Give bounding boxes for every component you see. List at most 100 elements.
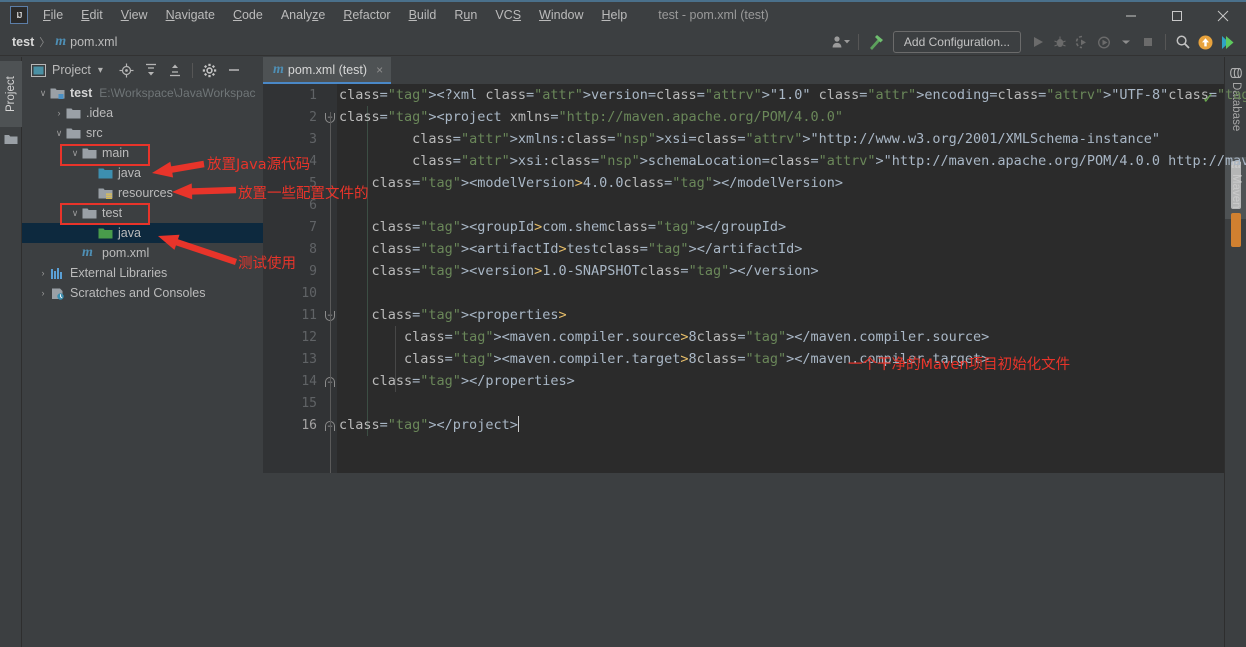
code-line-14: class="tag"></properties> [337, 370, 1246, 392]
tree-item-src-2[interactable]: ∨ src [22, 123, 263, 143]
sources-root-blue-folder-icon [98, 167, 114, 180]
menu-item-run[interactable]: Run [445, 4, 486, 26]
line-number-4: 4 [267, 154, 317, 169]
hammer-build-icon[interactable] [865, 31, 887, 53]
navigation-bar: test 〉 m pom.xml Add Configuration... [0, 28, 1246, 56]
debug-icon[interactable] [1049, 31, 1071, 53]
chevron-down-icon[interactable]: ∨ [52, 128, 66, 139]
menu-item-window[interactable]: Window [530, 4, 592, 26]
menu-item-help[interactable]: Help [593, 4, 637, 26]
text-caret [518, 416, 519, 432]
menu-item-code[interactable]: Code [224, 4, 272, 26]
line-number-1: 1 [267, 88, 317, 103]
line-number-6: 6 [267, 198, 317, 213]
window-controls [1108, 2, 1246, 30]
collapse-all-icon[interactable] [163, 58, 187, 82]
line-number-16: 16 [267, 418, 317, 433]
window-title: test - pom.xml (test) [658, 8, 768, 22]
play-next-icon[interactable] [1216, 31, 1238, 53]
stripe-tab-project[interactable]: Project [0, 61, 22, 127]
breadcrumb-separator: 〉 [39, 34, 50, 50]
breadcrumb-file[interactable]: pom.xml [70, 35, 117, 49]
tree-item-path: E:\Workspace\JavaWorkspac [99, 86, 255, 100]
project-view-icon [30, 58, 46, 82]
code-line-9: class="tag"><version>1.0-SNAPSHOTclass="… [337, 260, 1246, 282]
search-everywhere-icon[interactable] [1172, 31, 1194, 53]
close-button[interactable] [1200, 2, 1246, 30]
tree-item-scratches-and-consoles-10[interactable]: ›Scratches and Consoles [22, 283, 263, 303]
line-number-14: 14 [267, 374, 317, 389]
editor-empty-area [263, 473, 1224, 647]
chevron-down-icon[interactable]: ∨ [68, 148, 82, 159]
code-text: class="tag"><?xml class="attr">version=c… [337, 84, 1246, 436]
project-tree[interactable]: ∨testE:\Workspace\JavaWorkspac›.idea∨src… [22, 83, 263, 647]
profile-icon[interactable] [1093, 31, 1115, 53]
code-line-5: class="tag"><modelVersion>4.0.0class="ta… [337, 172, 1246, 194]
editor-tab-label: pom.xml (test) [288, 63, 367, 77]
line-number-7: 7 [267, 220, 317, 235]
dropdown-arrow-icon[interactable] [1115, 31, 1137, 53]
project-panel-toolbar: Project ▾ [22, 57, 263, 83]
breadcrumb-project[interactable]: test [12, 35, 34, 49]
chevron-down-icon[interactable]: ▾ [98, 65, 103, 76]
menu-item-file[interactable]: File [34, 4, 72, 26]
hide-panel-icon[interactable] [222, 58, 246, 82]
tree-item-label: src [86, 126, 103, 140]
tree-item-label: .idea [86, 106, 113, 120]
add-configuration-button[interactable]: Add Configuration... [893, 31, 1021, 53]
main-toolbar: Add Configuration... [830, 28, 1246, 56]
tree-item-external-libraries-9[interactable]: › External Libraries [22, 263, 263, 283]
run-icon[interactable] [1027, 31, 1049, 53]
tree-item--idea-1[interactable]: › .idea [22, 103, 263, 123]
toolbar-divider-2 [1165, 34, 1166, 50]
menu-item-refactor[interactable]: Refactor [334, 4, 399, 26]
tree-item-java-7[interactable]: java [22, 223, 263, 243]
stop-icon[interactable] [1137, 31, 1159, 53]
maximize-button[interactable] [1154, 2, 1200, 30]
chevron-right-icon[interactable]: › [52, 108, 66, 118]
locate-target-icon[interactable] [115, 58, 139, 82]
settings-gear-icon[interactable] [198, 58, 222, 82]
menu-item-analyze[interactable]: Analyze [272, 4, 334, 26]
tree-item-test-0[interactable]: ∨testE:\Workspace\JavaWorkspac [22, 83, 263, 103]
fold-region-line [330, 112, 331, 502]
breadcrumb: test 〉 m pom.xml [12, 34, 117, 50]
menu-item-navigate[interactable]: Navigate [157, 4, 224, 26]
chevron-right-icon[interactable]: › [36, 268, 50, 278]
code-line-3: class="attr">xmlns:class="nsp">xsi=class… [337, 128, 1246, 150]
database-icon [1230, 67, 1242, 79]
project-panel-title: Project [52, 63, 91, 77]
line-number-3: 3 [267, 132, 317, 147]
left-tool-stripe: Project [0, 57, 22, 647]
code-line-10 [337, 282, 1246, 304]
folder-icon [66, 127, 82, 140]
code-line-8: class="tag"><artifactId>testclass="tag">… [337, 238, 1246, 260]
tree-item-label: External Libraries [70, 266, 167, 280]
chevron-down-icon[interactable]: ∨ [68, 208, 82, 219]
close-icon[interactable]: × [376, 63, 383, 77]
folder-icon[interactable] [4, 133, 18, 148]
line-number-11: 11 [267, 308, 317, 323]
menu-item-view[interactable]: View [112, 4, 157, 26]
menu-item-vcs[interactable]: VCS [486, 4, 530, 26]
inspection-status-icon[interactable]: ✓ [1202, 90, 1214, 107]
minimize-button[interactable] [1108, 2, 1154, 30]
folder-icon [82, 147, 98, 160]
menu-item-edit[interactable]: Edit [72, 4, 112, 26]
update-project-icon[interactable] [1194, 31, 1216, 53]
line-number-15: 15 [267, 396, 317, 411]
user-dropdown-icon[interactable] [830, 31, 852, 53]
tree-item-java-4[interactable]: java [22, 163, 263, 183]
tree-item-test-6[interactable]: ∨test [22, 203, 263, 223]
chevron-right-icon[interactable]: › [36, 288, 50, 298]
menu-item-build[interactable]: Build [400, 4, 446, 26]
tree-item-pom-xml-8[interactable]: mpom.xml [22, 243, 263, 263]
expand-all-icon[interactable] [139, 58, 163, 82]
chevron-down-icon[interactable]: ∨ [36, 88, 50, 99]
tree-item-main-3[interactable]: ∨main [22, 143, 263, 163]
line-number-13: 13 [267, 352, 317, 367]
editor-tab-pom-xml[interactable]: m pom.xml (test) × [263, 57, 391, 84]
run-with-coverage-icon[interactable] [1071, 31, 1093, 53]
editor-tab-bar: m pom.xml (test) × [263, 57, 1224, 84]
tree-item-resources-5[interactable]: resources [22, 183, 263, 203]
